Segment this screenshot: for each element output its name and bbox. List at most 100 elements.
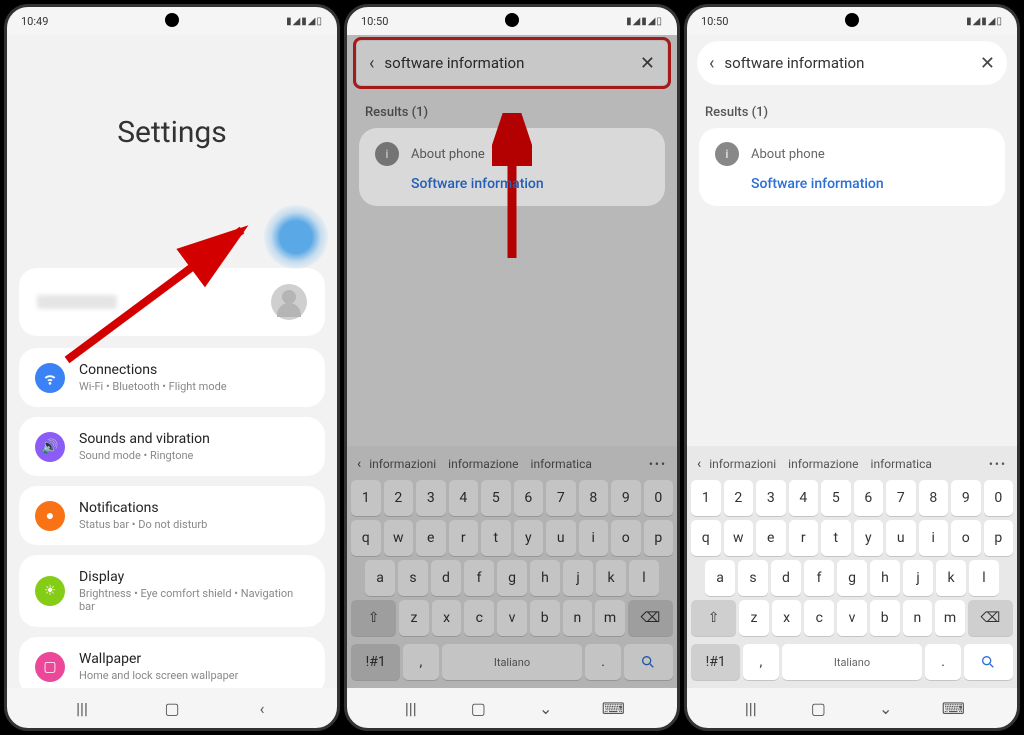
key-b[interactable]: b	[870, 600, 900, 636]
key-u[interactable]: u	[886, 520, 916, 556]
key-x[interactable]: x	[772, 600, 802, 636]
search-key[interactable]	[624, 644, 673, 680]
key-o[interactable]: o	[951, 520, 981, 556]
key-m[interactable]: m	[935, 600, 965, 636]
suggestion-back[interactable]: ‹	[357, 456, 361, 472]
key-k[interactable]: k	[596, 560, 626, 596]
keyboard-icon[interactable]: ⌨	[942, 701, 964, 715]
key-0[interactable]: 0	[644, 480, 674, 516]
key-2[interactable]: 2	[724, 480, 754, 516]
search-key[interactable]	[964, 644, 1013, 680]
recents-button[interactable]: |||	[71, 701, 93, 715]
key-h[interactable]: h	[530, 560, 560, 596]
key-h[interactable]: h	[870, 560, 900, 596]
key-g[interactable]: g	[837, 560, 867, 596]
key-p[interactable]: p	[984, 520, 1014, 556]
key-f[interactable]: f	[804, 560, 834, 596]
key-s[interactable]: s	[738, 560, 768, 596]
key-z[interactable]: z	[739, 600, 769, 636]
key-u[interactable]: u	[546, 520, 576, 556]
back-button[interactable]: ‹	[251, 701, 273, 715]
search-input[interactable]	[724, 54, 970, 72]
result-card[interactable]: i About phone Software information	[699, 128, 1005, 206]
keyboard-icon[interactable]: ⌨	[602, 701, 624, 715]
key-a[interactable]: a	[705, 560, 735, 596]
key-3[interactable]: 3	[416, 480, 446, 516]
clear-icon[interactable]: ✕	[980, 53, 995, 74]
key-s[interactable]: s	[398, 560, 428, 596]
spacebar-key[interactable]: Italiano	[442, 644, 583, 680]
key-t[interactable]: t	[821, 520, 851, 556]
key-6[interactable]: 6	[854, 480, 884, 516]
key-w[interactable]: w	[384, 520, 414, 556]
settings-item-connections[interactable]: ConnectionsWi-Fi • Bluetooth • Flight mo…	[19, 348, 325, 407]
key-8[interactable]: 8	[919, 480, 949, 516]
shift-key[interactable]: ⇧	[351, 600, 396, 636]
key-j[interactable]: j	[563, 560, 593, 596]
suggestion[interactable]: informazione	[444, 457, 522, 471]
period-key[interactable]: .	[925, 644, 960, 680]
key-0[interactable]: 0	[984, 480, 1014, 516]
key-4[interactable]: 4	[789, 480, 819, 516]
settings-item-sounds[interactable]: 🔊 Sounds and vibrationSound mode • Ringt…	[19, 417, 325, 476]
keyboard-down-button[interactable]: ⌄	[875, 701, 897, 715]
key-n[interactable]: n	[903, 600, 933, 636]
back-icon[interactable]: ‹	[709, 53, 714, 74]
settings-item-wallpaper[interactable]: ▢ WallpaperHome and lock screen wallpape…	[19, 637, 325, 688]
key-y[interactable]: y	[514, 520, 544, 556]
key-p[interactable]: p	[644, 520, 674, 556]
key-7[interactable]: 7	[886, 480, 916, 516]
settings-item-notifications[interactable]: ● NotificationsStatus bar • Do not distu…	[19, 486, 325, 545]
key-o[interactable]: o	[611, 520, 641, 556]
key-y[interactable]: y	[854, 520, 884, 556]
key-7[interactable]: 7	[546, 480, 576, 516]
settings-item-display[interactable]: ☀ DisplayBrightness • Eye comfort shield…	[19, 555, 325, 627]
backspace-key[interactable]: ⌫	[628, 600, 673, 636]
home-button[interactable]: ▢	[807, 701, 829, 715]
key-d[interactable]: d	[431, 560, 461, 596]
keyboard-down-button[interactable]: ⌄	[535, 701, 557, 715]
key-2[interactable]: 2	[384, 480, 414, 516]
key-5[interactable]: 5	[821, 480, 851, 516]
key-l[interactable]: l	[629, 560, 659, 596]
key-d[interactable]: d	[771, 560, 801, 596]
key-r[interactable]: r	[789, 520, 819, 556]
key-r[interactable]: r	[449, 520, 479, 556]
search-input[interactable]	[384, 54, 630, 72]
comma-key[interactable]: ,	[743, 644, 778, 680]
result-link[interactable]: Software information	[411, 176, 649, 192]
key-v[interactable]: v	[497, 600, 527, 636]
period-key[interactable]: .	[585, 644, 620, 680]
key-m[interactable]: m	[595, 600, 625, 636]
key-b[interactable]: b	[530, 600, 560, 636]
account-card[interactable]	[19, 268, 325, 336]
result-card[interactable]: i About phone Software information	[359, 128, 665, 206]
key-1[interactable]: 1	[691, 480, 721, 516]
suggestion[interactable]: informazioni	[705, 457, 780, 471]
suggestion-back[interactable]: ‹	[697, 456, 701, 472]
search-button[interactable]	[279, 220, 313, 254]
key-l[interactable]: l	[969, 560, 999, 596]
key-e[interactable]: e	[756, 520, 786, 556]
recents-button[interactable]: |||	[400, 701, 422, 715]
key-j[interactable]: j	[903, 560, 933, 596]
key-z[interactable]: z	[399, 600, 429, 636]
key-c[interactable]: c	[464, 600, 494, 636]
comma-key[interactable]: ,	[403, 644, 438, 680]
symbols-key[interactable]: !#1	[691, 644, 740, 680]
back-icon[interactable]: ‹	[369, 53, 374, 74]
key-9[interactable]: 9	[951, 480, 981, 516]
key-x[interactable]: x	[432, 600, 462, 636]
key-c[interactable]: c	[804, 600, 834, 636]
key-4[interactable]: 4	[449, 480, 479, 516]
key-w[interactable]: w	[724, 520, 754, 556]
key-g[interactable]: g	[497, 560, 527, 596]
key-k[interactable]: k	[936, 560, 966, 596]
key-8[interactable]: 8	[579, 480, 609, 516]
key-t[interactable]: t	[481, 520, 511, 556]
key-9[interactable]: 9	[611, 480, 641, 516]
key-i[interactable]: i	[919, 520, 949, 556]
spacebar-key[interactable]: Italiano	[782, 644, 923, 680]
symbols-key[interactable]: !#1	[351, 644, 400, 680]
key-q[interactable]: q	[691, 520, 721, 556]
